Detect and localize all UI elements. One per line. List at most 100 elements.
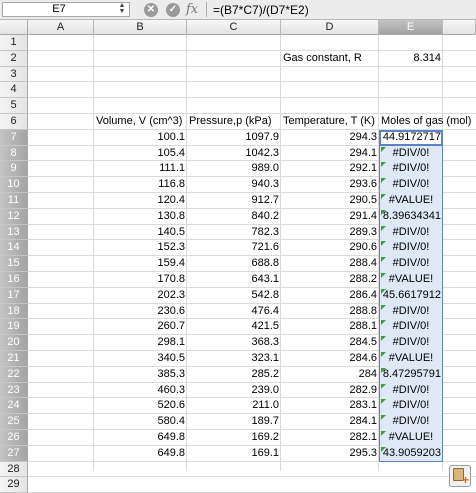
table-cell[interactable]: 288.4 <box>281 256 379 271</box>
table-cell[interactable]: 111.1 <box>94 161 187 176</box>
table-cell[interactable]: 44.9172717 <box>379 130 443 145</box>
table-cell[interactable]: 912.7 <box>187 193 281 208</box>
table-cell[interactable]: 105.4 <box>94 146 187 161</box>
table-cell[interactable]: #DIV/0! <box>379 414 443 429</box>
table-cell[interactable]: 476.4 <box>187 304 281 319</box>
table-cell[interactable]: 291.4 <box>281 209 379 224</box>
row-header-6[interactable]: 6 <box>0 114 28 130</box>
table-cell[interactable]: 520.6 <box>94 398 187 413</box>
table-cell[interactable]: 989.0 <box>187 161 281 176</box>
gas-constant-label[interactable]: Gas constant, R <box>281 51 379 66</box>
row-header-23[interactable]: 23 <box>0 382 28 399</box>
table-cell[interactable]: 120.4 <box>94 193 187 208</box>
table-cell[interactable]: 1042.3 <box>187 146 281 161</box>
table-cell[interactable]: 294.1 <box>281 146 379 161</box>
row-header-9[interactable]: 9 <box>0 161 28 178</box>
row-header-10[interactable]: 10 <box>0 177 28 193</box>
table-cell[interactable]: #VALUE! <box>379 430 443 445</box>
table-cell[interactable]: 283.1 <box>281 398 379 413</box>
table-cell[interactable]: 721.6 <box>187 240 281 255</box>
table-cell[interactable]: 169.1 <box>187 446 281 461</box>
table-cell[interactable]: 286.4 <box>281 288 379 303</box>
table-cell[interactable]: #VALUE! <box>379 193 443 208</box>
row-header-8[interactable]: 8 <box>0 145 28 162</box>
table-cell[interactable]: 290.5 <box>281 193 379 208</box>
table-cell[interactable]: #DIV/0! <box>379 383 443 398</box>
table-cell[interactable]: 580.4 <box>94 414 187 429</box>
table-cell[interactable]: 284 <box>281 367 379 382</box>
name-box[interactable]: E7 ▲ ▼ <box>2 2 130 17</box>
table-cell[interactable]: 152.3 <box>94 240 187 255</box>
row-header-18[interactable]: 18 <box>0 303 28 320</box>
row-header-13[interactable]: 13 <box>0 224 28 241</box>
row-header-11[interactable]: 11 <box>0 193 28 209</box>
row-header-20[interactable]: 20 <box>0 335 28 351</box>
table-cell[interactable]: 284.6 <box>281 351 379 366</box>
table-cell[interactable]: 649.8 <box>94 446 187 461</box>
table-cell[interactable]: 285.2 <box>187 367 281 382</box>
row-header-25[interactable]: 25 <box>0 414 28 430</box>
row-header-24[interactable]: 24 <box>0 398 28 415</box>
table-header-2[interactable]: Pressure,p (kPa) <box>187 114 281 129</box>
table-cell[interactable]: 294.3 <box>281 130 379 145</box>
row-header-28[interactable]: 28 <box>0 461 28 478</box>
table-cell[interactable]: 385.3 <box>94 367 187 382</box>
table-cell[interactable]: 282.9 <box>281 383 379 398</box>
table-cell[interactable]: #DIV/0! <box>379 398 443 413</box>
table-cell[interactable]: 292.1 <box>281 161 379 176</box>
table-cell[interactable]: #DIV/0! <box>379 335 443 350</box>
table-cell[interactable]: 290.6 <box>281 240 379 255</box>
table-cell[interactable]: 295.3 <box>281 446 379 461</box>
table-cell[interactable]: 284.5 <box>281 335 379 350</box>
table-cell[interactable]: 323.1 <box>187 351 281 366</box>
row-header-3[interactable]: 3 <box>0 66 28 83</box>
row-header-16[interactable]: 16 <box>0 272 28 288</box>
column-header-extra[interactable] <box>443 20 476 35</box>
table-cell[interactable]: 782.3 <box>187 225 281 240</box>
gas-constant-value[interactable]: 8.314 <box>379 51 443 66</box>
table-cell[interactable]: 298.1 <box>94 335 187 350</box>
table-cell[interactable]: 460.3 <box>94 383 187 398</box>
table-cell[interactable]: 688.8 <box>187 256 281 271</box>
row-header-22[interactable]: 22 <box>0 366 28 383</box>
table-header-3[interactable]: Temperature, T (K) <box>281 114 379 129</box>
row-header-26[interactable]: 26 <box>0 430 28 446</box>
row-header-14[interactable]: 14 <box>0 240 28 257</box>
table-cell[interactable]: #DIV/0! <box>379 225 443 240</box>
table-cell[interactable]: #DIV/0! <box>379 146 443 161</box>
row-header-17[interactable]: 17 <box>0 287 28 304</box>
table-cell[interactable]: 368.3 <box>187 335 281 350</box>
table-cell[interactable]: 211.0 <box>187 398 281 413</box>
row-header-21[interactable]: 21 <box>0 351 28 367</box>
table-cell[interactable]: 289.3 <box>281 225 379 240</box>
table-cell[interactable]: 170.8 <box>94 272 187 287</box>
table-cell[interactable]: 159.4 <box>94 256 187 271</box>
table-cell[interactable]: #DIV/0! <box>379 161 443 176</box>
column-header-d[interactable]: D <box>281 20 379 35</box>
row-header-1[interactable]: 1 <box>0 35 28 51</box>
column-header-a[interactable]: A <box>28 20 94 35</box>
table-cell[interactable]: #DIV/0! <box>379 256 443 271</box>
table-cell[interactable]: #DIV/0! <box>379 304 443 319</box>
table-cell[interactable]: 284.1 <box>281 414 379 429</box>
table-cell[interactable]: 1097.9 <box>187 130 281 145</box>
table-header-4[interactable]: Moles of gas (mol) <box>379 114 476 129</box>
row-header-7[interactable]: 7 <box>0 129 28 146</box>
name-box-stepper-icon[interactable]: ▲ ▼ <box>118 2 126 16</box>
spreadsheet-grid[interactable]: A B C D E 1 2 3 4 5 6 7 8 9 10 11 12 13 14 15 16 17 18 19 20 21 22… <box>0 20 476 493</box>
table-cell[interactable]: 421.5 <box>187 319 281 334</box>
table-cell[interactable]: 8.47295791 <box>379 367 443 382</box>
table-cell[interactable]: 130.8 <box>94 209 187 224</box>
row-header-4[interactable]: 4 <box>0 82 28 99</box>
formula-input[interactable]: =(B7*C7)/(D7*E2) <box>213 0 309 20</box>
table-cell[interactable]: 293.6 <box>281 177 379 192</box>
table-cell[interactable]: 140.5 <box>94 225 187 240</box>
table-cell[interactable]: 940.3 <box>187 177 281 192</box>
function-icon[interactable]: fx <box>186 1 214 18</box>
table-cell[interactable]: #DIV/0! <box>379 240 443 255</box>
cancel-icon[interactable]: ✕ <box>144 3 158 17</box>
table-cell[interactable]: 43.9059203 <box>379 446 443 461</box>
row-header-12[interactable]: 12 <box>0 208 28 225</box>
table-header-1[interactable]: Volume, V (cm^3) <box>94 114 187 129</box>
table-cell[interactable]: 840.2 <box>187 209 281 224</box>
